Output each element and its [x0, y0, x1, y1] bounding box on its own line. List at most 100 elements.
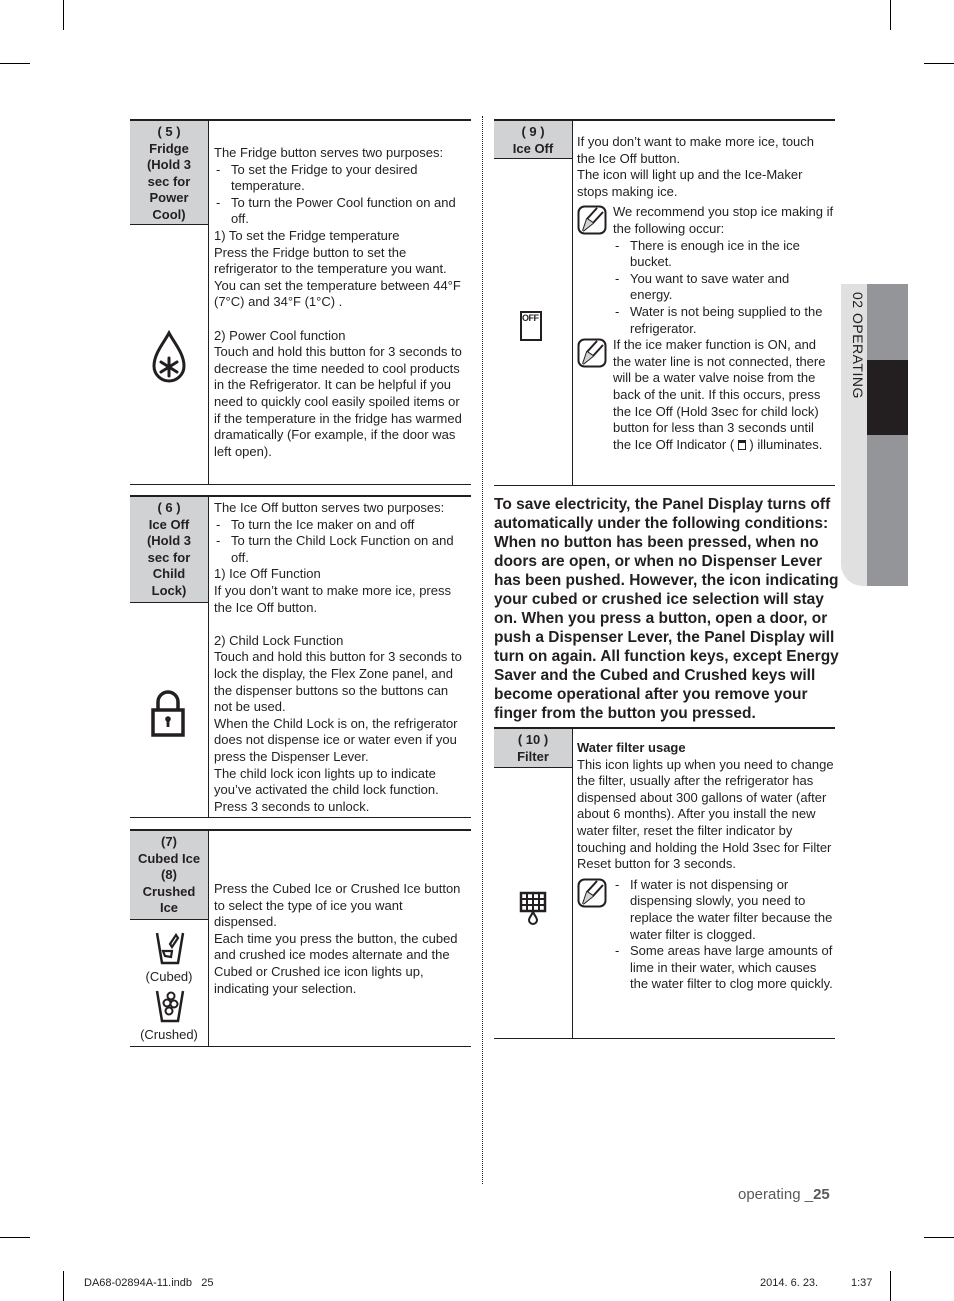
note-text-part: ) illuminates.	[749, 436, 823, 452]
header-line: sec for	[147, 549, 191, 565]
crop-mark	[63, 1271, 64, 1301]
crop-mark	[924, 63, 954, 64]
note-pencil-icon	[577, 338, 607, 368]
note-bullet: Water is not being supplied to the refri…	[613, 304, 835, 337]
note-bullet: There is enough ice in the ice bucket.	[613, 238, 835, 271]
note-bullet: If water is not dispensing or dispensing…	[613, 877, 835, 943]
description-body: If you don’t want to make more ice, touc…	[577, 134, 815, 166]
description-bullet: To set the Fridge to your desired temper…	[214, 162, 469, 195]
note-box: We recommend you stop ice making if the …	[577, 204, 835, 337]
note-box: If the ice maker function is ON, and the…	[577, 337, 835, 453]
section-tab-label: 02 OPERATING	[850, 292, 866, 399]
description-bullet: To turn the Ice maker on and off	[214, 517, 469, 534]
power-cool-drop-icon	[152, 330, 186, 383]
section-title: 1) Ice Off Function	[214, 566, 321, 582]
cell-divider	[208, 831, 209, 1046]
crop-mark	[890, 0, 891, 30]
header-line: Filter	[517, 748, 549, 764]
description-bullet: To turn the Power Cool function on and o…	[214, 195, 469, 228]
page-footer: operating _25	[738, 1186, 830, 1203]
note-text-part: If the ice maker function is ON, and the…	[613, 337, 826, 452]
row-header: (7) Cubed Ice (8) Crushed Ice	[130, 831, 208, 920]
description-body: The icon will light up and the Ice-Maker…	[577, 167, 803, 199]
header-line: (Hold 3	[146, 533, 192, 549]
section-body: When the Child Lock is on, the refrigera…	[214, 715, 458, 764]
ice-off-icon-text: OFF	[522, 313, 539, 323]
water-filter-icon	[519, 891, 547, 925]
header-line: Power	[149, 190, 189, 206]
slug-date: 2014. 6. 23.	[760, 1277, 819, 1289]
header-line: Ice Off	[148, 516, 190, 532]
header-line: Lock)	[151, 582, 187, 598]
section-body: Touch and hold this button for 3 seconds…	[214, 344, 462, 459]
section-tab-bar	[867, 284, 908, 586]
header-line: Ice Off	[512, 140, 554, 156]
child-lock-padlock-icon	[151, 690, 185, 737]
crushed-ice-icon	[155, 990, 185, 1023]
row-header: ( 5 ) Fridge (Hold 3 sec for Power Cool)	[130, 121, 208, 225]
inline-ice-off-icon	[737, 439, 746, 450]
footer-section: operating _	[738, 1186, 814, 1203]
row-bottom-rule	[130, 817, 471, 818]
header-line: ( 10 )	[517, 732, 549, 747]
column-divider	[482, 116, 483, 1184]
header-line: Ice	[159, 900, 179, 916]
row-header: ( 10 ) Filter	[494, 729, 572, 768]
header-line: Child	[152, 566, 186, 582]
header-line: sec for	[147, 173, 191, 189]
ice-off-indicator-icon: OFF	[520, 311, 542, 341]
filter-title: Water filter usage	[577, 740, 686, 755]
section-body: If you don’t want to make more ice, pres…	[214, 582, 451, 615]
header-line: ( 9 )	[521, 124, 545, 139]
slug-file: DA68-02894A-11.indb 25	[84, 1277, 214, 1289]
header-line: (Hold 3	[146, 157, 192, 173]
note-text: We recommend you stop ice making if the …	[613, 204, 834, 236]
crop-mark	[890, 1271, 891, 1301]
page-number: 25	[813, 1186, 830, 1203]
header-line: Cool)	[152, 206, 186, 222]
row-description: If you don’t want to make more ice, touc…	[577, 134, 835, 453]
crop-mark	[0, 63, 30, 64]
crop-mark	[63, 0, 64, 30]
cell-divider	[208, 121, 209, 484]
row-description: The Fridge button serves two purposes: T…	[214, 145, 469, 460]
note-box: If water is not dispensing or dispensing…	[577, 877, 835, 993]
header-line: Fridge	[149, 140, 189, 156]
description-intro: The Fridge button serves two purposes:	[214, 145, 444, 160]
description-body: Each time you press the button, the cube…	[214, 930, 458, 996]
row-description: The Ice Off button serves two purposes: …	[214, 500, 469, 815]
note-text: If the ice maker function is ON, and the…	[613, 337, 835, 453]
description-bullet: To turn the Child Lock Function on and o…	[214, 533, 469, 566]
row-bottom-rule	[130, 484, 471, 485]
header-line: (8)	[161, 867, 177, 883]
section-title: 2) Power Cool function	[214, 327, 346, 343]
header-line: ( 6 )	[157, 500, 181, 515]
cubed-ice-icon	[155, 932, 185, 965]
description-intro: The Ice Off button serves two purposes:	[214, 500, 445, 515]
cubed-caption: (Cubed)	[145, 969, 193, 984]
crop-mark	[924, 1237, 954, 1238]
power-saving-paragraph: To save electricity, the Panel Display t…	[494, 496, 839, 722]
header-line: (7)	[161, 834, 177, 849]
cell-divider	[572, 121, 573, 485]
row-bottom-rule	[130, 1046, 471, 1047]
cell-divider	[572, 729, 573, 1038]
section-title: 2) Child Lock Function	[214, 632, 344, 648]
row-header: ( 9 ) Ice Off	[494, 121, 572, 159]
description-body: This icon lights up when you need to cha…	[577, 756, 834, 872]
crushed-caption: (Crushed)	[140, 1027, 198, 1042]
row-bottom-rule	[494, 1038, 835, 1039]
slug-time: 1:37	[851, 1277, 873, 1289]
header-line: ( 5 )	[157, 124, 181, 139]
row-header: ( 6 ) Ice Off (Hold 3 sec for Child Lock…	[130, 497, 208, 603]
row-description: Press the Cubed Ice or Crushed Ice butto…	[214, 881, 469, 997]
row-description: Water filter usage This icon lights up w…	[577, 740, 835, 993]
note-pencil-icon	[577, 878, 607, 908]
note-bullet: Some areas have large amounts of lime in…	[613, 943, 835, 993]
header-line: Crushed	[142, 883, 196, 899]
section-body: The child lock icon lights up to indicat…	[214, 765, 439, 798]
note-bullet: You want to save water and energy.	[613, 271, 835, 304]
row-bottom-rule	[494, 485, 835, 486]
cell-divider	[208, 497, 209, 817]
description-body: Press the Cubed Ice or Crushed Ice butto…	[214, 881, 461, 930]
